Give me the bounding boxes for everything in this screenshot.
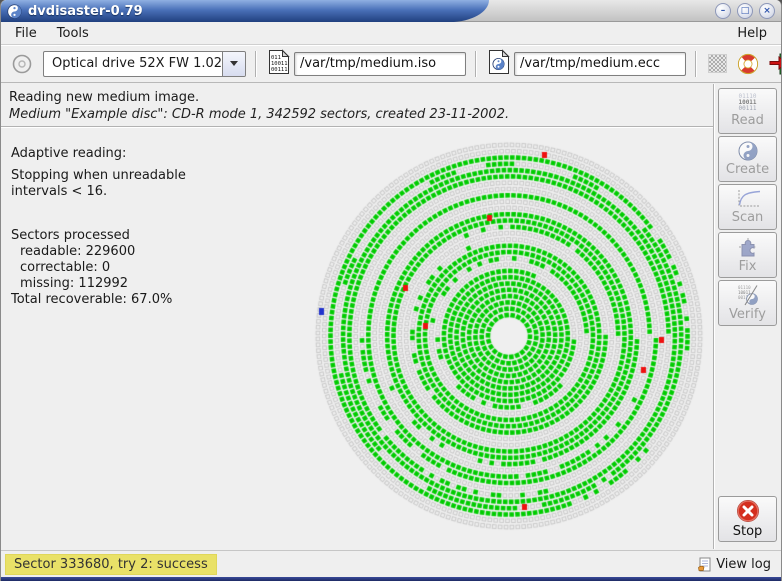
read-label: Read [731,113,764,128]
preferences-icon-disabled [708,54,727,73]
mode-label: Adaptive reading: [11,146,251,162]
read-icon: 01110 10011 00111 [738,94,756,112]
help-lifebuoy-icon [737,53,759,75]
info-panel: Adaptive reading: Stopping when unreadab… [11,146,251,308]
menu-bar: File Tools Help [1,23,781,45]
sectors-correctable: correctable: 0 [11,260,251,276]
create-label: Create [726,162,769,177]
heading-line2: Medium "Example disc": CD-R mode 1, 3425… [9,106,703,123]
stopping-line1: Stopping when unreadable [11,168,251,184]
menu-tools[interactable]: Tools [47,24,99,43]
stop-label: Stop [733,524,763,539]
title-blob: dvdisaster-0.79 [1,0,489,22]
toolbar-separator [475,51,477,77]
image-file-input[interactable] [294,52,466,76]
sectors-readable: readable: 229600 [11,244,251,260]
menu-help[interactable]: Help [727,24,777,43]
sectors-title: Sectors processed [11,228,251,244]
maximize-button[interactable]: □ [737,3,753,19]
stop-button[interactable]: Stop [718,496,777,542]
scan-curve-icon [735,189,761,209]
drive-disc-icon [9,51,35,77]
app-logo-yinyang-icon [7,4,22,19]
status-message: Sector 333680, try 2: success [5,554,217,575]
verify-button[interactable]: 01110 10011 00111 Verify [718,280,777,326]
verify-icon: 01110 10011 00111 [736,284,760,306]
toolbar-separator [255,51,257,77]
view-log-button[interactable]: View log [693,555,775,574]
title-bar: dvdisaster-0.79 – □ × [1,0,781,22]
help-button[interactable] [735,51,761,77]
read-button[interactable]: 01110 10011 00111 Read [718,88,777,134]
minimize-button[interactable]: – [715,3,731,19]
create-yinyang-icon [738,141,758,161]
verify-label: Verify [729,307,766,322]
ecc-file-icon [488,49,510,79]
fix-label: Fix [739,259,757,274]
toolbar: Optical drive 52X FW 1.02 011 10011 0011… [1,45,781,83]
quit-button[interactable] [767,51,782,77]
fix-button[interactable]: Fix [718,232,777,278]
stopping-line2: intervals < 16. [11,184,251,200]
stop-icon [736,499,760,523]
view-log-icon [697,557,712,572]
window-bottom-border [1,577,781,581]
menu-file[interactable]: File [5,24,47,43]
scan-button[interactable]: Scan [718,184,777,230]
ecc-file-input[interactable] [514,52,686,76]
close-button[interactable]: × [759,3,775,19]
disc-spiral-canvas [301,128,717,544]
total-recoverable: Total recoverable: 67.0% [11,292,251,308]
chevron-down-icon [230,61,238,70]
window-title: dvdisaster-0.79 [28,4,143,19]
status-bar: Sector 333680, try 2: success View log [1,550,781,577]
drive-select-arrow[interactable] [222,52,245,76]
quit-icon [769,53,782,75]
status-heading: Reading new medium image. Medium "Exampl… [1,84,711,126]
drive-select[interactable]: Optical drive 52X FW 1.02 [43,51,246,77]
drive-select-value: Optical drive 52X FW 1.02 [44,52,222,76]
iso-file-icon: 011 10011 00111 [268,49,290,79]
view-log-label: View log [716,557,771,572]
svg-text:00111: 00111 [271,67,288,73]
create-button[interactable]: Create [718,136,777,182]
scan-label: Scan [732,210,764,225]
toolbar-separator [695,51,697,77]
heading-line1: Reading new medium image. [9,89,703,106]
preferences-button-disabled[interactable] [706,52,729,75]
app-window: dvdisaster-0.79 – □ × File Tools Help Op… [0,0,782,581]
fix-puzzle-icon [737,236,759,258]
sectors-missing: missing: 112992 [11,276,251,292]
